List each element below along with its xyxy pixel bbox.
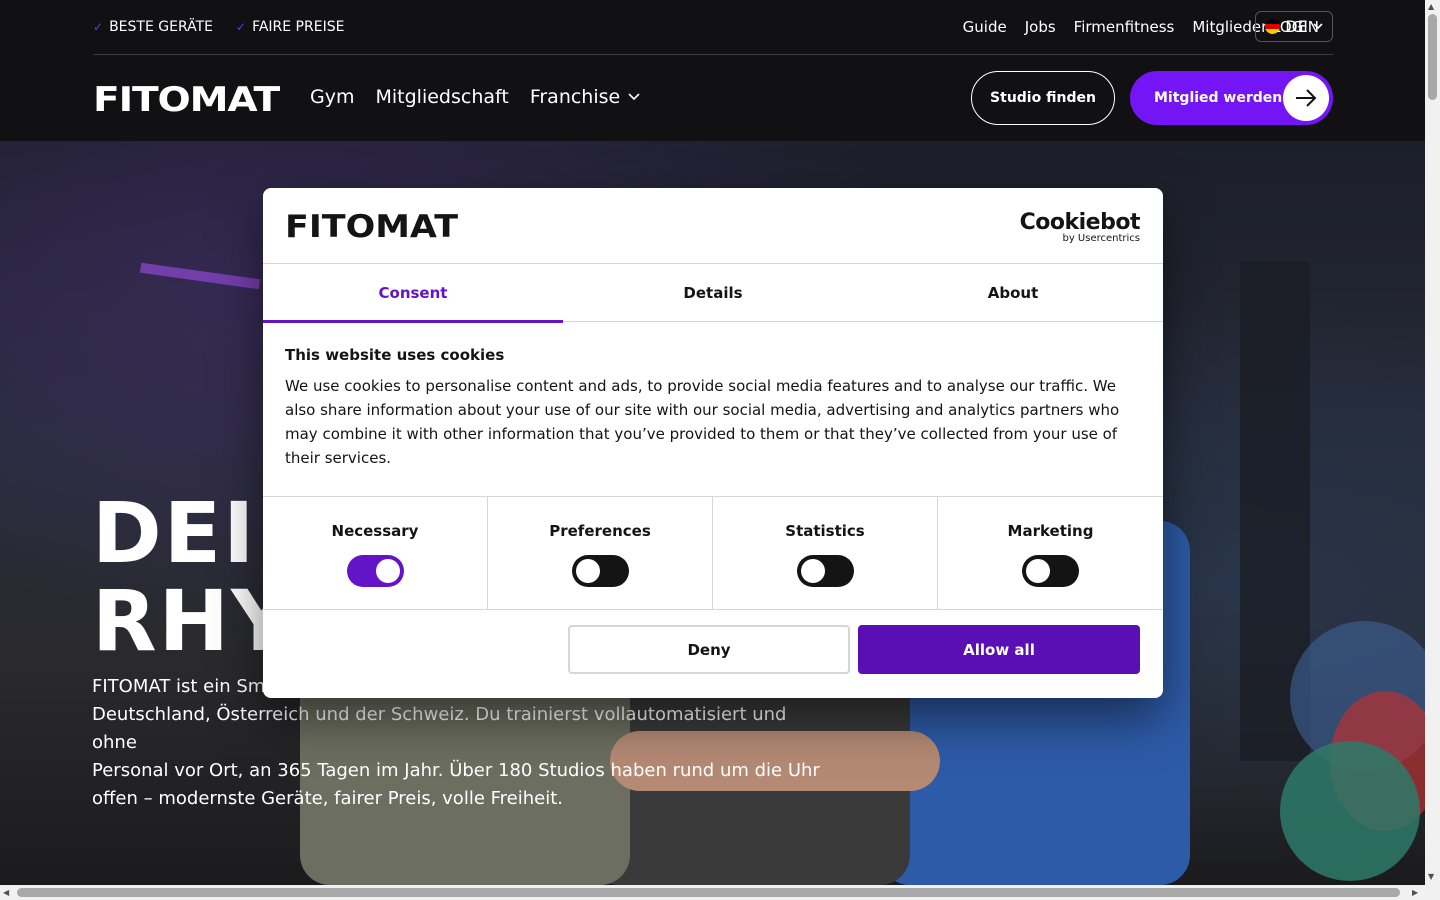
dialog-description: We use cookies to personalise content an… bbox=[285, 377, 1120, 467]
usp-label: BESTE GERÄTE bbox=[109, 19, 213, 35]
check-icon: ✓ bbox=[93, 20, 104, 34]
logo-text: FITOMAT bbox=[93, 82, 280, 116]
dialog-heading: This website uses cookies bbox=[285, 346, 505, 364]
tab-details[interactable]: Details bbox=[563, 264, 863, 322]
hero-text-line: Deutschland, Österreich und der Schweiz.… bbox=[92, 704, 787, 753]
germany-flag-icon bbox=[1265, 19, 1281, 34]
chevron-down-icon bbox=[1313, 23, 1323, 30]
cookiebot-logo[interactable]: Cookiebot by Usercentrics bbox=[1019, 210, 1141, 244]
chevron-down-icon bbox=[628, 93, 640, 101]
nav-franchise[interactable]: Franchise bbox=[530, 86, 640, 108]
dialog-fitomat-logo: FITOMAT bbox=[285, 210, 458, 242]
toggle-label: Statistics bbox=[785, 522, 865, 540]
link-firmenfitness[interactable]: Firmenfitness bbox=[1074, 18, 1175, 36]
scroll-down-icon[interactable]: ▼ bbox=[1428, 872, 1434, 881]
language-label: DE bbox=[1285, 17, 1308, 36]
studio-finden-button[interactable]: Studio finden bbox=[971, 71, 1115, 125]
language-selector[interactable]: DE bbox=[1255, 11, 1333, 42]
marketing-switch[interactable] bbox=[1022, 555, 1079, 587]
usp-item: ✓ BESTE GERÄTE bbox=[93, 19, 213, 35]
toggle-preferences: Preferences bbox=[488, 497, 713, 609]
scroll-right-icon[interactable]: ▶ bbox=[1412, 888, 1418, 897]
toggle-statistics: Statistics bbox=[713, 497, 938, 609]
horizontal-scroll-thumb[interactable] bbox=[17, 888, 1400, 897]
dialog-body: This website uses cookies We use cookies… bbox=[285, 346, 1135, 470]
toggle-necessary: Necessary bbox=[263, 497, 488, 609]
check-icon: ✓ bbox=[236, 20, 247, 34]
allow-all-button[interactable]: Allow all bbox=[858, 625, 1140, 674]
link-guide[interactable]: Guide bbox=[963, 18, 1007, 36]
dialog-header: FITOMAT Cookiebot by Usercentrics bbox=[263, 188, 1163, 264]
necessary-switch[interactable] bbox=[346, 555, 404, 587]
scroll-up-icon[interactable]: ▲ bbox=[1428, 2, 1434, 11]
statistics-switch[interactable] bbox=[796, 555, 854, 587]
nav-franchise-label: Franchise bbox=[529, 86, 621, 108]
nav-gym[interactable]: Gym bbox=[310, 86, 354, 108]
vertical-scrollbar[interactable]: ▲ ▼ bbox=[1425, 0, 1440, 885]
site-header: ✓ BESTE GERÄTE ✓ FAIRE PREISE Guide Jobs… bbox=[0, 0, 1425, 141]
cookiebot-logo-text: Cookiebot bbox=[1019, 210, 1141, 235]
toggle-label: Preferences bbox=[549, 522, 651, 540]
toggle-label: Marketing bbox=[1007, 522, 1094, 540]
main-nav: Gym Mitgliedschaft Franchise bbox=[310, 86, 640, 108]
scroll-left-icon[interactable]: ◀ bbox=[3, 888, 9, 897]
cookie-consent-dialog: FITOMAT Cookiebot by Usercentrics Consen… bbox=[263, 188, 1163, 698]
tab-consent[interactable]: Consent bbox=[263, 264, 563, 323]
hero-text-line: offen – modernste Geräte, fairer Preis, … bbox=[92, 788, 563, 809]
nav-mitgliedschaft[interactable]: Mitgliedschaft bbox=[375, 86, 508, 108]
link-jobs[interactable]: Jobs bbox=[1025, 18, 1056, 36]
usp-item: ✓ FAIRE PREISE bbox=[236, 19, 344, 35]
dialog-logo-text: FITOMAT bbox=[285, 210, 458, 242]
mitglied-werden-label: Mitglied werden bbox=[1154, 90, 1283, 106]
mitglied-werden-button[interactable]: Mitglied werden bbox=[1130, 71, 1333, 125]
preferences-switch[interactable] bbox=[571, 555, 629, 587]
horizontal-scrollbar[interactable]: ◀ ▶ bbox=[0, 885, 1440, 900]
deny-button[interactable]: Deny bbox=[568, 625, 850, 674]
hero-text-line: Personal vor Ort, an 365 Tagen im Jahr. … bbox=[92, 760, 820, 781]
arrow-right-icon bbox=[1283, 75, 1329, 121]
dialog-tabs: Consent Details About bbox=[263, 264, 1163, 323]
toggle-label: Necessary bbox=[331, 522, 419, 540]
tab-about[interactable]: About bbox=[863, 264, 1163, 322]
fitomat-logo[interactable]: FITOMAT bbox=[93, 80, 282, 120]
vertical-scroll-thumb[interactable] bbox=[1428, 14, 1437, 100]
usp-label: FAIRE PREISE bbox=[252, 19, 345, 35]
consent-toggles: Necessary Preferences Statistics Marketi… bbox=[263, 496, 1163, 610]
toggle-marketing: Marketing bbox=[938, 497, 1163, 609]
